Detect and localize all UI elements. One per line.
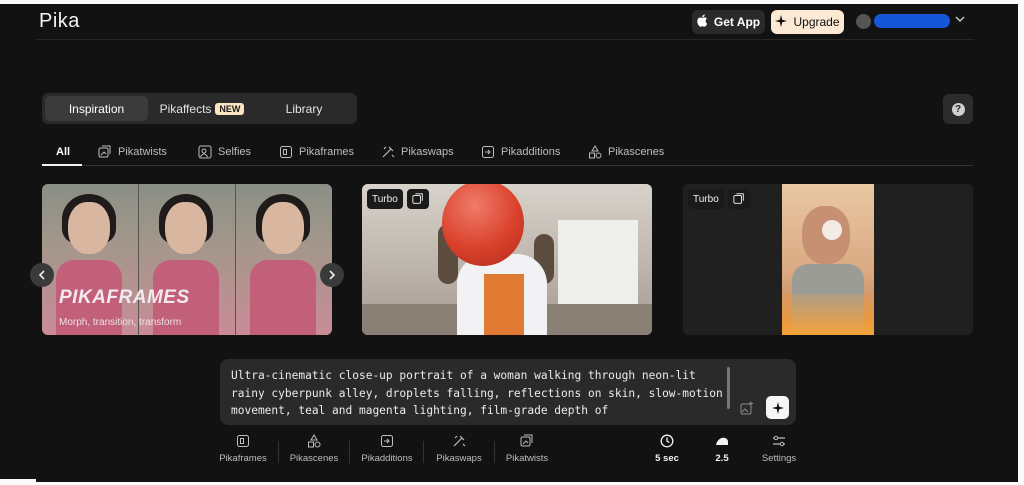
frames-icon [237,435,249,447]
duration-value: 5 sec [655,453,679,464]
carousel-prev-button[interactable] [30,263,54,287]
image-add-icon [740,401,753,415]
additions-icon [381,435,393,447]
tab-pikaframes-label: Pikaframes [299,146,355,158]
view-segmented-control: Inspiration Pikaffects NEW Library [42,93,357,124]
prompt-input[interactable]: Ultra-cinematic close-up portrait of a w… [231,367,731,421]
tool-pikascenes[interactable]: Pikascenes [284,434,344,470]
tool-pikatwists[interactable]: Pikatwists [497,434,557,470]
tool-pikaswaps[interactable]: Pikaswaps [429,434,489,470]
window-border-right [1018,0,1024,485]
segment-library[interactable]: Library [254,93,354,124]
duration-selector[interactable]: 5 sec [637,434,697,470]
window-border-corner [0,479,36,485]
window-border-top [0,0,1024,4]
tool-pikaframes-label: Pikaframes [219,453,267,464]
card-video-balloon[interactable]: Turbo [362,184,652,335]
scenes-icon [589,145,602,159]
tool-pikaframes[interactable]: Pikaframes [213,434,273,470]
segment-pikaffects-label: Pikaffects [159,101,212,116]
turbo-chip: Turbo [688,189,724,209]
chevron-down-icon[interactable] [955,13,965,27]
tab-pikaswaps[interactable]: Pikaswaps [381,141,454,163]
carousel-next-button[interactable] [320,263,344,287]
tab-all-label: All [56,146,71,158]
sparkle-icon [775,14,788,30]
segment-library-label: Library [285,101,323,116]
clock-icon [660,434,674,448]
upgrade-button[interactable]: Upgrade [771,10,844,34]
swap-icon [453,435,466,447]
tab-pikaframes[interactable]: Pikaframes [279,141,354,163]
selfie-icon [198,145,212,159]
frame-image-1 [42,184,138,335]
twist-icon [98,145,111,158]
tool-pikatwists-label: Pikatwists [505,453,549,464]
frames-icon [280,146,292,158]
twist-icon [412,193,423,204]
twist-chip [406,189,429,209]
settings-button[interactable]: Settings [749,434,809,470]
get-app-button[interactable]: Get App [692,10,765,34]
add-image-button[interactable] [738,399,756,417]
prompt-scrollbar[interactable] [727,367,730,409]
tool-pikaswaps-label: Pikaswaps [436,453,482,464]
twist-chip [727,189,750,209]
portrait-image [782,184,874,335]
settings-icon [773,435,785,447]
tab-selfies-label: Selfies [218,146,252,158]
card-subtitle: Morph, transition, transform [59,317,182,328]
tab-pikaswaps-label: Pikaswaps [401,146,454,158]
frame-image-2 [139,184,235,335]
tab-pikatwists-label: Pikatwists [118,146,167,158]
app-logo[interactable]: Pika [39,10,80,33]
tab-pikadditions-label: Pikadditions [501,146,561,158]
get-app-label: Get App [713,15,761,29]
apple-icon [697,14,708,30]
tab-pikadditions[interactable]: Pikadditions [481,141,560,163]
card-video-portrait[interactable]: Turbo [683,184,973,335]
balloon-image [442,184,524,266]
additions-icon [482,146,494,158]
new-badge: NEW [215,102,245,115]
tab-pikatwists[interactable]: Pikatwists [98,141,167,163]
tab-pikascenes[interactable]: Pikascenes [588,141,664,163]
segment-inspiration[interactable]: Inspiration [45,96,148,121]
turbo-chip: Turbo [367,189,403,209]
tab-pikascenes-label: Pikascenes [608,146,665,158]
scenes-icon [308,434,321,448]
sparkle-icon [771,401,784,414]
settings-label: Settings [761,453,797,464]
frame-image-3 [236,184,332,335]
help-button[interactable]: ? [943,94,973,124]
category-tabs: All Pikatwists Selfies Pikaframes Pikasw… [42,141,973,166]
tool-pikadditions-label: Pikadditions [361,453,413,464]
card-pikaframes[interactable]: PIKAFRAMES Morph, transition, transform [42,184,332,335]
tool-pikadditions[interactable]: Pikadditions [357,434,417,470]
segment-pikaffects[interactable]: Pikaffects NEW [152,93,252,124]
tab-all[interactable]: All [56,141,70,163]
model-selector[interactable]: 2.5 [692,434,752,470]
chevron-left-icon [38,270,45,280]
upgrade-label: Upgrade [793,15,840,29]
model-icon [716,437,728,445]
swap-icon [382,146,395,158]
model-version: 2.5 [715,453,729,464]
header-divider [36,39,974,40]
twist-icon [733,193,744,204]
question-icon: ? [951,102,965,116]
tool-pikascenes-label: Pikascenes [289,453,339,464]
avatar[interactable] [856,14,871,29]
tab-selfies[interactable]: Selfies [198,141,251,163]
twist-icon [520,434,533,447]
prompt-box: Ultra-cinematic close-up portrait of a w… [220,359,796,425]
card-title: PIKAFRAMES [59,287,190,308]
username-redacted[interactable]: user [874,14,950,28]
generate-button[interactable] [766,396,789,419]
active-tab-underline [42,164,82,166]
chevron-right-icon [329,270,336,280]
segment-inspiration-label: Inspiration [68,101,125,116]
